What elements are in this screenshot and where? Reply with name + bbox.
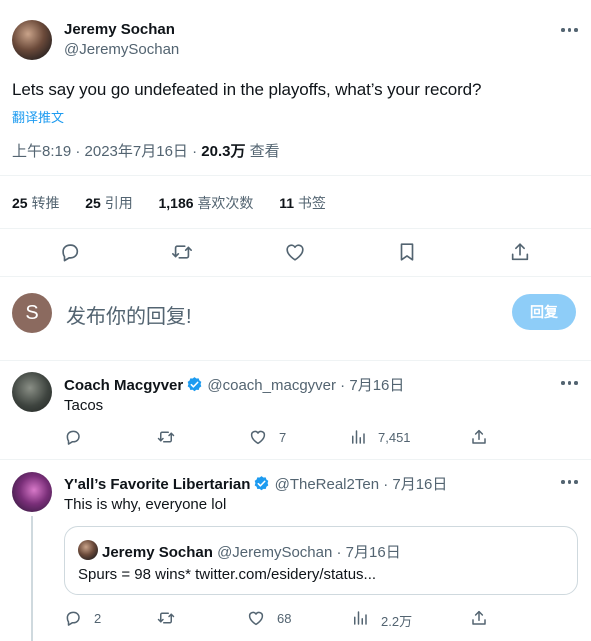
views-icon[interactable] xyxy=(349,428,367,446)
views-icon[interactable] xyxy=(351,609,369,627)
views-label: 查看 xyxy=(245,143,280,160)
verified-badge-icon xyxy=(253,475,270,492)
author-handle[interactable]: @JeremySochan xyxy=(64,41,179,58)
divider xyxy=(0,276,591,277)
reply-icon[interactable] xyxy=(64,428,82,446)
likes-stat[interactable]: 1,186 喜欢次数 xyxy=(159,195,254,211)
views-count: 20.3万 xyxy=(201,143,246,160)
views-count: 2.2万 xyxy=(381,614,413,629)
reply-text: This is why, everyone lol xyxy=(64,496,227,513)
like-icon[interactable] xyxy=(247,609,265,627)
likes-count: 1,186 xyxy=(158,195,194,211)
retweet-icon[interactable] xyxy=(157,428,175,446)
bookmark-icon[interactable] xyxy=(396,241,418,263)
thread-line xyxy=(31,516,33,641)
tweet-stats: 25 转推 25 引用 1,186 喜欢次数 11 书签 xyxy=(12,193,326,213)
divider xyxy=(0,228,591,229)
share-icon[interactable] xyxy=(470,428,488,446)
tweet-time[interactable]: 上午8:19 · 2023年7月16日 · xyxy=(12,143,201,160)
retweets-count: 25 xyxy=(12,195,28,211)
quoted-avatar xyxy=(78,540,98,560)
retweets-stat[interactable]: 25 转推 xyxy=(12,195,59,211)
reply-input[interactable]: 发布你的回复! xyxy=(66,300,192,329)
divider xyxy=(0,360,591,361)
views-count: 7,451 xyxy=(378,430,411,445)
bookmarks-stat[interactable]: 11 书签 xyxy=(279,195,326,211)
avatar-letter: S xyxy=(25,301,39,324)
quoted-author-name: Jeremy Sochan xyxy=(102,544,213,561)
reply-text: Tacos xyxy=(64,397,104,414)
reply-avatar[interactable] xyxy=(12,472,52,512)
tweet-text: Lets say you go undefeated in the playof… xyxy=(12,80,482,99)
share-icon[interactable] xyxy=(509,241,531,263)
author-name[interactable]: Jeremy Sochan xyxy=(64,21,175,38)
user-avatar: S xyxy=(12,293,52,333)
reply-avatar[interactable] xyxy=(12,372,52,412)
quotes-stat[interactable]: 25 引用 xyxy=(85,195,132,211)
bookmarks-label: 书签 xyxy=(297,195,326,211)
quotes-label: 引用 xyxy=(104,195,133,211)
reply-icon[interactable] xyxy=(59,241,81,263)
reply-button[interactable]: 回复 xyxy=(512,294,576,330)
like-count: 68 xyxy=(277,611,292,626)
reply-author-handle[interactable]: @coach_macgyver xyxy=(207,377,336,394)
more-options-icon[interactable] xyxy=(561,381,578,385)
reply-date[interactable]: · 7月16日 xyxy=(336,377,404,394)
more-options-icon[interactable] xyxy=(561,480,578,484)
reply-header: Y'all’s Favorite Libertarian @TheReal2Te… xyxy=(64,473,447,494)
reply-header: Coach Macgyver @coach_macgyver · 7月16日 xyxy=(64,374,404,395)
like-icon[interactable] xyxy=(284,241,306,263)
bookmarks-count: 11 xyxy=(279,195,295,211)
quoted-author-handle: @JeremySochan xyxy=(217,544,333,561)
quoted-tweet[interactable]: Jeremy Sochan @JeremySochan · 7月16日 Spur… xyxy=(64,526,578,595)
retweets-label: 转推 xyxy=(31,195,60,211)
translate-link[interactable]: 翻译推文 xyxy=(12,107,64,126)
divider xyxy=(0,175,591,176)
reply-count: 2 xyxy=(94,611,102,626)
reply-icon[interactable] xyxy=(64,609,82,627)
like-icon[interactable] xyxy=(249,428,267,446)
retweet-icon[interactable] xyxy=(171,241,193,263)
quotes-count: 25 xyxy=(85,195,101,211)
likes-label: 喜欢次数 xyxy=(197,195,254,211)
reply-author-name[interactable]: Coach Macgyver xyxy=(64,377,183,394)
quoted-date: · 7月16日 xyxy=(332,544,401,561)
more-options-icon[interactable] xyxy=(561,28,578,32)
verified-badge-icon xyxy=(186,376,203,393)
quoted-text: Spurs = 98 wins* twitter.com/esidery/sta… xyxy=(78,566,377,583)
author-avatar[interactable] xyxy=(12,20,52,60)
quoted-header: Jeremy Sochan @JeremySochan · 7月16日 xyxy=(102,541,401,562)
like-count: 7 xyxy=(279,430,287,445)
tweet-meta: 上午8:19 · 2023年7月16日 · 20.3万 查看 xyxy=(12,140,280,161)
share-icon[interactable] xyxy=(470,609,488,627)
divider xyxy=(0,459,591,460)
reply-date[interactable]: · 7月16日 xyxy=(379,476,447,493)
retweet-icon[interactable] xyxy=(157,609,175,627)
reply-author-name[interactable]: Y'all’s Favorite Libertarian xyxy=(64,476,250,493)
reply-author-handle[interactable]: @TheReal2Ten xyxy=(275,476,379,493)
